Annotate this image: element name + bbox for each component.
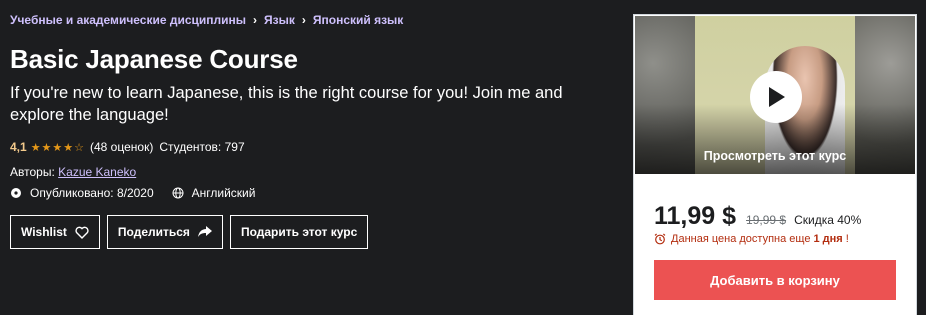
author-link[interactable]: Kazue Kaneko xyxy=(58,165,136,179)
published-item: Опубликовано: 8/2020 xyxy=(10,186,154,200)
original-price: 19,99 $ xyxy=(746,213,787,227)
share-button[interactable]: Поделиться xyxy=(106,215,223,249)
course-language: Английский xyxy=(191,186,256,200)
breadcrumb: Учебные и академические дисциплины › Язы… xyxy=(10,13,403,27)
meta-row: Опубликовано: 8/2020 Английский xyxy=(10,186,273,200)
rating-value: 4,1 xyxy=(10,140,27,154)
course-title: Basic Japanese Course xyxy=(10,44,298,74)
price-row: 11,99 $ 19,99 $ Скидка 40% xyxy=(654,202,861,231)
breadcrumb-item-language[interactable]: Язык xyxy=(264,13,295,27)
reviews-link[interactable]: (48 оценок) xyxy=(90,140,153,154)
breadcrumb-separator: › xyxy=(253,13,258,27)
breadcrumb-separator: › xyxy=(301,13,306,27)
gift-label: Подарить этот курс xyxy=(240,225,358,239)
authors-label: Авторы: xyxy=(10,165,55,179)
price-timer: Данная цена доступна еще 1 дня ! xyxy=(654,233,849,245)
timer-days: 1 дня xyxy=(813,233,843,245)
breadcrumb-item-academics[interactable]: Учебные и академические дисциплины xyxy=(10,13,246,27)
discount-label: Скидка 40% xyxy=(794,213,862,227)
course-subtitle: If you're new to learn Japanese, this is… xyxy=(10,84,563,124)
gift-course-button[interactable]: Подарить этот курс xyxy=(229,215,369,249)
timer-text: Данная цена доступна еще xyxy=(671,233,811,245)
alarm-clock-icon xyxy=(654,233,666,245)
wishlist-label: Wishlist xyxy=(21,225,67,239)
share-label: Поделиться xyxy=(117,225,190,239)
wishlist-button[interactable]: Wishlist xyxy=(10,215,100,249)
published-date: Опубликовано: 8/2020 xyxy=(30,186,154,200)
preview-label: Просмотреть этот курс xyxy=(703,149,847,163)
globe-icon xyxy=(172,187,184,199)
course-preview[interactable]: Просмотреть этот курс xyxy=(635,16,915,174)
heart-icon xyxy=(75,226,89,239)
rating-row: 4,1 ★★★★☆ (48 оценок) Студентов: 797 xyxy=(10,140,245,154)
new-badge-icon xyxy=(11,188,21,198)
action-buttons: Wishlist Поделиться Подарить этот курс xyxy=(10,215,375,249)
authors-row: Авторы: Kazue Kaneko xyxy=(10,165,136,179)
add-to-cart-button[interactable]: Добавить в корзину xyxy=(654,260,896,300)
star-rating-icon: ★★★★☆ xyxy=(30,141,85,154)
purchase-card: Просмотреть этот курс 11,99 $ 19,99 $ Ск… xyxy=(634,15,916,315)
share-arrow-icon xyxy=(197,226,212,237)
breadcrumb-item-japanese[interactable]: Японский язык xyxy=(313,13,403,27)
play-icon xyxy=(769,87,785,107)
play-button[interactable] xyxy=(750,71,802,123)
timer-suffix: ! xyxy=(845,233,849,245)
language-item: Английский xyxy=(172,186,256,200)
students-count: Студентов: 797 xyxy=(159,140,245,154)
current-price: 11,99 $ xyxy=(654,202,737,230)
